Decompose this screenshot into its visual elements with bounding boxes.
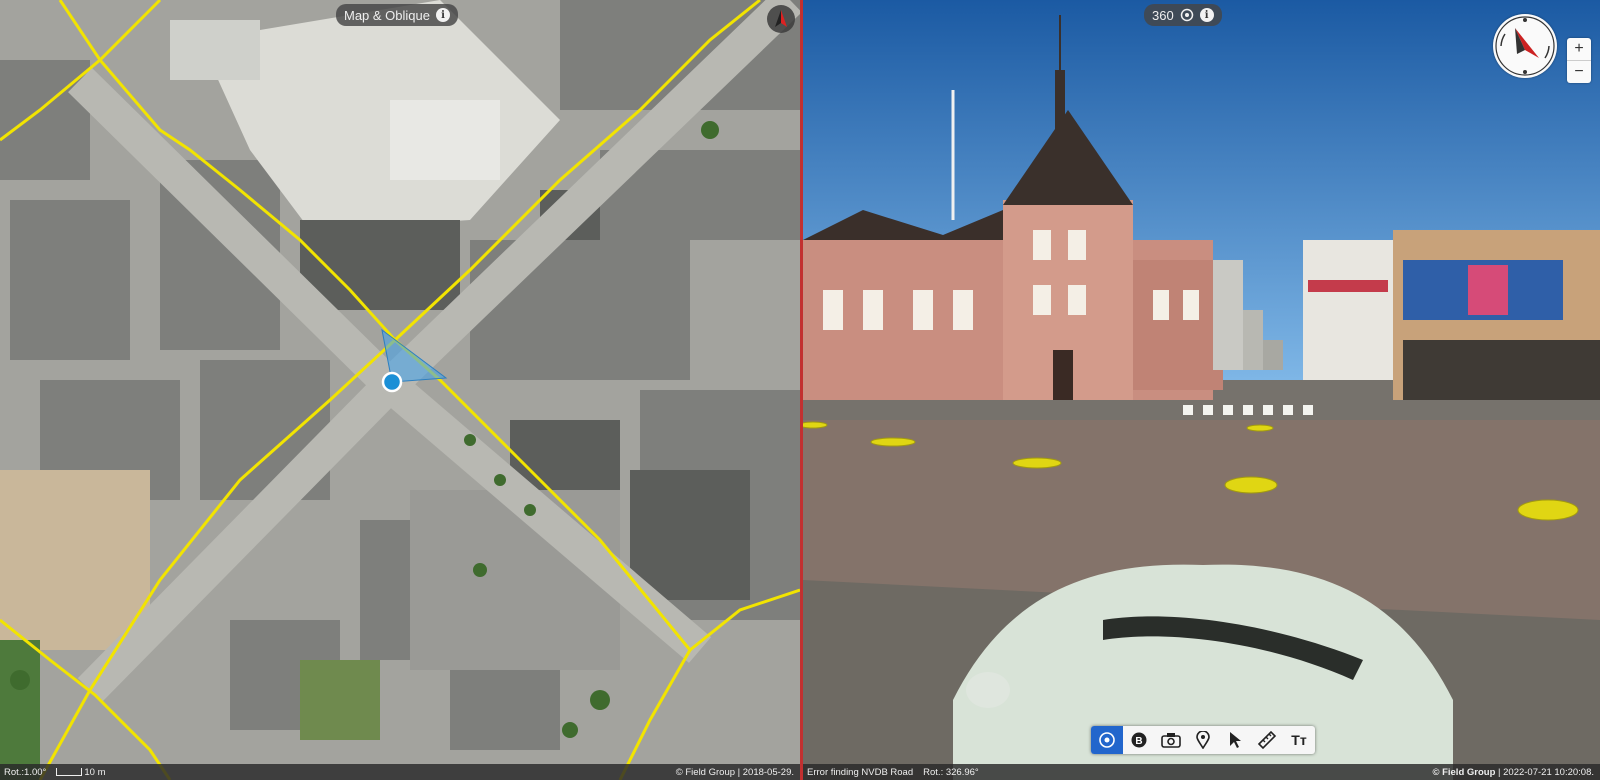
north-arrow-button[interactable]	[767, 5, 795, 33]
compass-widget[interactable]	[1493, 14, 1557, 78]
map-mode-label: Map & Oblique	[344, 7, 430, 23]
zoom-control: + −	[1567, 38, 1591, 83]
position-marker	[381, 371, 403, 393]
pano-mode-pill[interactable]: 360 i	[1144, 4, 1222, 26]
zoom-in-button[interactable]: +	[1567, 38, 1591, 60]
select-tool[interactable]	[1219, 726, 1251, 754]
nvdb-error-text: Error finding NVDB Road	[807, 766, 914, 778]
pano-mode-label: 360	[1152, 7, 1174, 23]
b-circle-icon: B	[1131, 732, 1147, 748]
scale-label: 10 m	[84, 766, 106, 778]
aerial-map[interactable]	[0, 0, 800, 780]
pano-status-bar: Error finding NVDB Road Rot.: 326.96° © …	[803, 764, 1600, 780]
measure-tool[interactable]	[1251, 726, 1283, 754]
panorama-tool[interactable]	[1091, 726, 1123, 754]
scale-bar: 10 m	[56, 767, 105, 778]
cursor-icon	[1230, 732, 1241, 748]
text-tool[interactable]: Tт	[1283, 726, 1315, 754]
zoom-out-button[interactable]: −	[1567, 60, 1591, 83]
app-window: Map & Oblique i Rot.:1.00° 10 m © Field …	[0, 0, 1600, 780]
north-arrow-icon	[775, 10, 787, 27]
map-mode-pill[interactable]: Map & Oblique i	[336, 4, 458, 26]
svg-text:B: B	[1135, 736, 1142, 747]
map-credit: © Field Group | 2018-05-29.	[675, 766, 794, 778]
map-status-bar: Rot.:1.00° 10 m © Field Group | 2018-05-…	[0, 764, 800, 780]
camera-icon	[1161, 733, 1181, 748]
text-icon: Tт	[1291, 732, 1307, 748]
pano-credit-brand: © Field Group	[1432, 766, 1496, 778]
pano-credit: © Field Group | 2022-07-21 10:20:08.	[1432, 767, 1600, 778]
pano-rotation: Rot.: 326.96°	[923, 766, 979, 778]
street-panorama[interactable]	[803, 0, 1600, 780]
map-pane[interactable]: Map & Oblique i Rot.:1.00° 10 m © Field …	[0, 0, 800, 780]
pin-icon	[1196, 731, 1210, 749]
ruler-icon	[1257, 730, 1277, 750]
pano-toolbar: B Tт	[1091, 726, 1315, 754]
camera-tool[interactable]	[1155, 726, 1187, 754]
map-rotation: Rot.:1.00°	[4, 766, 47, 778]
info-icon[interactable]: i	[436, 8, 450, 22]
panorama-pane[interactable]: 360 i + − B Tт Error finding NVDB Road R…	[803, 0, 1600, 780]
compass-icon	[1495, 16, 1555, 76]
pano-credit-date: | 2022-07-21 10:20:08.	[1495, 766, 1594, 778]
tool-b[interactable]: B	[1123, 726, 1155, 754]
pin-tool[interactable]	[1187, 726, 1219, 754]
target-icon	[1099, 732, 1115, 748]
info-icon[interactable]: i	[1199, 8, 1214, 22]
target-icon[interactable]	[1180, 8, 1194, 22]
